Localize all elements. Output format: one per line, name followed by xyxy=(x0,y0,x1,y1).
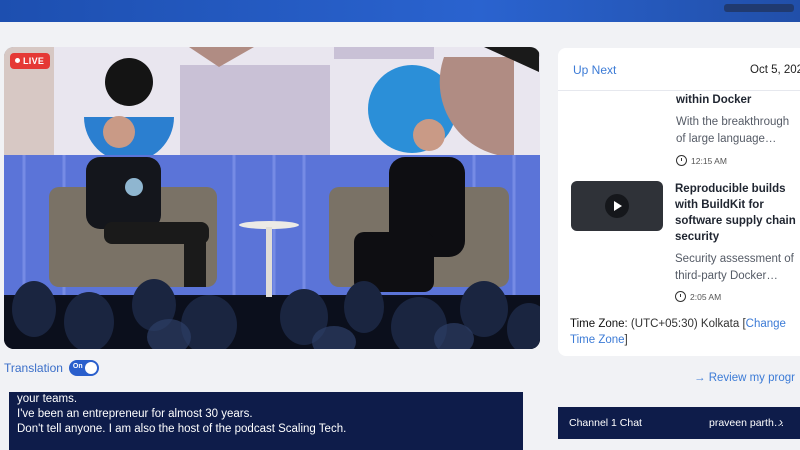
caption-line: I've been an entrepreneur for almost 30 … xyxy=(17,408,253,420)
session-time-label: 2:05 AM xyxy=(690,291,722,302)
translation-label: Translation xyxy=(4,361,63,375)
up-next-tab[interactable]: Up Next xyxy=(573,63,616,77)
up-next-panel: Up Next Oct 5, 202 within Docker With th… xyxy=(558,48,800,356)
title-line: Reproducible builds xyxy=(675,183,786,195)
caption-line: your teams. xyxy=(17,393,78,405)
session-thumbnail[interactable] xyxy=(571,181,663,231)
chevron-right-icon[interactable]: › xyxy=(779,415,783,429)
description-line: With the breakthrough xyxy=(676,116,790,128)
video-frame xyxy=(4,47,540,349)
clock-icon xyxy=(676,155,687,166)
timezone-line: Time Zone: (UTC+05:30) Kolkata [Change T… xyxy=(570,316,800,348)
schedule-date: Oct 5, 202 xyxy=(750,64,800,76)
description-line: of large language… xyxy=(676,133,777,145)
up-next-header: Up Next Oct 5, 202 xyxy=(558,48,800,91)
timezone-bracket: ] xyxy=(624,334,628,346)
title-line: security xyxy=(675,231,720,243)
title-line: with BuildKit for xyxy=(675,199,764,211)
review-progress-link[interactable]: → Review my progr xyxy=(694,372,795,384)
session-time-label: 12:15 AM xyxy=(691,155,727,166)
toggle-knob xyxy=(84,362,97,374)
live-badge: LIVE xyxy=(10,53,51,69)
caption-line: Don't tell anyone. I am also the host of… xyxy=(17,423,347,435)
chat-channel-label: Channel 1 Chat xyxy=(569,417,642,429)
video-player[interactable]: LIVE xyxy=(4,47,540,349)
chat-bar[interactable]: Channel 1 Chat praveen parth… › xyxy=(558,407,800,439)
session-title[interactable]: within Docker xyxy=(676,92,751,108)
caption-panel: your teams. I've been an entrepreneur fo… xyxy=(9,392,523,450)
session-time: 12:15 AM xyxy=(676,155,727,166)
translation-toggle[interactable]: On xyxy=(68,360,99,376)
session-title[interactable]: Reproducible builds with BuildKit for so… xyxy=(675,181,796,245)
live-label: LIVE xyxy=(23,56,45,66)
timezone-value: : (UTC+05:30) Kolkata [ xyxy=(624,318,746,330)
chat-user-name: praveen parth… xyxy=(709,417,785,429)
live-dot-icon xyxy=(15,58,20,63)
description-line: Security assessment of xyxy=(675,253,794,265)
toggle-state-label: On xyxy=(72,363,83,370)
session-time: 2:05 AM xyxy=(675,291,721,302)
timezone-label: Time Zone xyxy=(570,318,625,330)
description-line: third-party Docker… xyxy=(675,270,778,282)
translation-row: Translation On xyxy=(4,360,99,376)
session-description: With the breakthrough of large language… xyxy=(676,114,789,148)
top-bar-edge xyxy=(724,4,794,12)
play-icon xyxy=(605,194,629,218)
clock-icon xyxy=(675,291,686,302)
session-description: Security assessment of third-party Docke… xyxy=(675,251,794,285)
title-line: software supply chain xyxy=(675,215,796,227)
